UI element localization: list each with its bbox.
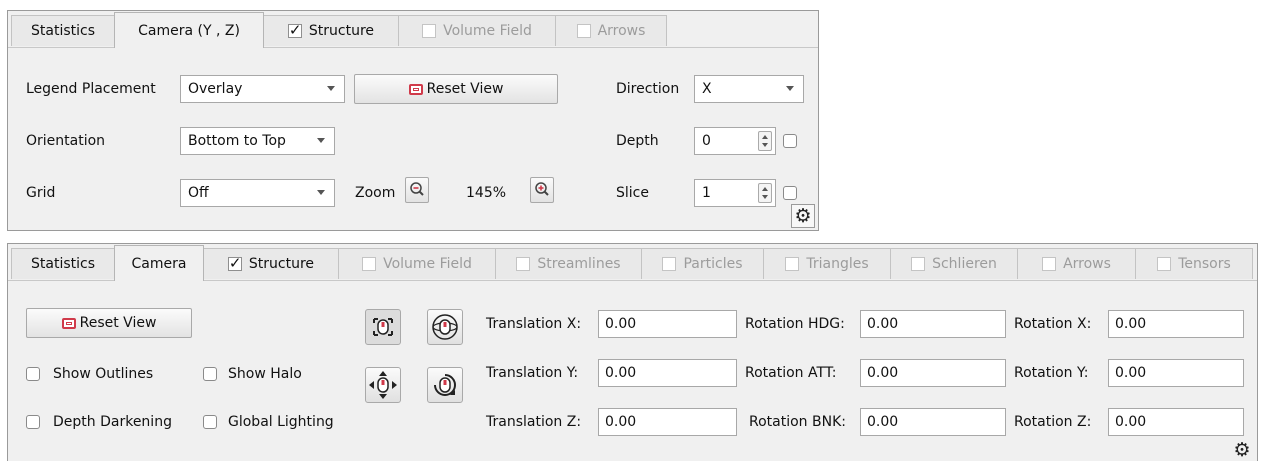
mouse-rotate-button[interactable] [427, 367, 463, 403]
tensors-checkbox [1157, 257, 1172, 271]
chevron-down-icon [327, 86, 335, 91]
global-lighting-label: Global Lighting [228, 414, 334, 430]
rotation-hdg-field[interactable]: 0.00 [860, 310, 1006, 338]
depth-darkening-label: Depth Darkening [53, 414, 172, 430]
tab-particles: Particles [641, 248, 764, 279]
screen-icon [61, 317, 76, 329]
camera-yz-panel: Statistics Camera (Y , Z) Structure Volu… [7, 10, 819, 231]
rotation-z-field[interactable]: 0.00 [1108, 408, 1244, 436]
rotation-y-label: Rotation Y: [1014, 365, 1089, 381]
direction-label: Direction [616, 81, 680, 97]
tab-tensors: Tensors [1135, 248, 1253, 279]
settings-button[interactable]: ⚙ [1230, 438, 1254, 462]
mouse-orbit-icon [432, 314, 458, 340]
tab-volume-field: Volume Field [338, 248, 496, 279]
move-arrows-button[interactable] [365, 367, 401, 403]
tab-statistics[interactable]: Statistics [11, 248, 115, 279]
direction-select[interactable]: X [694, 75, 804, 103]
legend-placement-label: Legend Placement [26, 81, 156, 97]
tab-volume-field: Volume Field [398, 15, 556, 46]
triangles-checkbox [785, 257, 800, 271]
zoom-value: 145% [466, 185, 507, 201]
rotation-x-field[interactable]: 0.00 [1108, 310, 1244, 338]
rotation-att-field[interactable]: 0.00 [860, 359, 1006, 387]
slice-label: Slice [616, 185, 649, 201]
spin-arrows-icon[interactable] [758, 131, 772, 151]
translation-y-label: Translation Y: [486, 365, 579, 381]
translation-z-field[interactable]: 0.00 [598, 408, 737, 436]
chevron-down-icon [317, 190, 325, 195]
orientation-select[interactable]: Bottom to Top [180, 127, 335, 155]
zoom-in-icon [535, 182, 549, 196]
grid-select[interactable]: Off [180, 179, 335, 207]
tab-arrows: Arrows [1017, 248, 1136, 279]
gear-icon: ⚙ [1233, 438, 1251, 461]
slice-spinbox[interactable]: 1 [694, 179, 776, 207]
screen-icon [408, 83, 423, 95]
mouse-orbit-button[interactable] [427, 309, 463, 345]
reset-view-button[interactable]: Reset View [26, 308, 192, 338]
rotation-bnk-field[interactable]: 0.00 [860, 408, 1006, 436]
schlieren-checkbox [911, 257, 926, 271]
zoom-in-button[interactable] [530, 177, 554, 203]
tab-structure[interactable]: Structure [203, 248, 339, 279]
structure-checkbox[interactable] [287, 21, 302, 39]
translation-x-label: Translation X: [486, 316, 582, 332]
particles-checkbox [662, 257, 677, 271]
depth-checkbox[interactable] [783, 134, 797, 148]
orientation-label: Orientation [26, 133, 106, 149]
translation-y-field[interactable]: 0.00 [598, 359, 737, 387]
tab-structure[interactable]: Structure [263, 15, 399, 46]
translation-x-field[interactable]: 0.00 [598, 310, 737, 338]
spin-arrows-icon[interactable] [758, 183, 772, 203]
show-outlines-checkbox[interactable] [26, 367, 40, 381]
zoom-label: Zoom [355, 185, 396, 201]
zoom-out-icon [410, 182, 424, 196]
rotation-bnk-label: Rotation BNK: [749, 414, 846, 430]
tab-camera[interactable]: Camera [114, 245, 204, 281]
legend-placement-select[interactable]: Overlay [180, 75, 345, 103]
rotation-hdg-label: Rotation HDG: [745, 316, 845, 332]
grid-label: Grid [26, 185, 56, 201]
camera-panel: Statistics Camera Structure Volume Field… [7, 243, 1258, 461]
tab-bar: Statistics Camera (Y , Z) Structure Volu… [8, 11, 818, 48]
tab-bar: Statistics Camera Structure Volume Field… [8, 244, 1257, 281]
chevron-down-icon [786, 86, 794, 91]
reset-view-button[interactable]: Reset View [354, 74, 558, 104]
slice-checkbox[interactable] [783, 186, 797, 200]
tab-statistics[interactable]: Statistics [11, 15, 115, 46]
settings-button[interactable]: ⚙ [791, 204, 815, 228]
mouse-pan-button[interactable] [365, 309, 401, 345]
arrows-checkbox [1042, 257, 1057, 271]
tab-schlieren: Schlieren [890, 248, 1018, 279]
rotation-att-label: Rotation ATT: [745, 365, 837, 381]
tab-triangles: Triangles [763, 248, 891, 279]
arrows-checkbox [576, 24, 591, 38]
depth-spinbox[interactable]: 0 [694, 127, 776, 155]
mouse-pan-icon [373, 318, 393, 336]
tab-camera-yz[interactable]: Camera (Y , Z) [114, 12, 264, 48]
streamlines-checkbox [516, 257, 531, 271]
volume-field-checkbox [422, 24, 437, 38]
show-halo-label: Show Halo [228, 366, 302, 382]
show-outlines-label: Show Outlines [53, 366, 154, 382]
depth-label: Depth [616, 133, 659, 149]
tab-streamlines: Streamlines [495, 248, 642, 279]
move-arrows-icon [369, 371, 397, 399]
gear-icon: ⚙ [794, 204, 812, 227]
mouse-rotate-icon [434, 374, 456, 396]
rotation-x-label: Rotation X: [1014, 316, 1092, 332]
depth-darkening-checkbox[interactable] [26, 415, 40, 429]
rotation-z-label: Rotation Z: [1014, 414, 1092, 430]
zoom-out-button[interactable] [405, 177, 429, 203]
volume-field-checkbox [362, 257, 377, 271]
tab-arrows: Arrows [555, 15, 667, 46]
translation-z-label: Translation Z: [486, 414, 582, 430]
show-halo-checkbox[interactable] [203, 367, 217, 381]
structure-checkbox[interactable] [227, 254, 242, 272]
rotation-y-field[interactable]: 0.00 [1108, 359, 1244, 387]
chevron-down-icon [317, 138, 325, 143]
global-lighting-checkbox[interactable] [203, 415, 217, 429]
